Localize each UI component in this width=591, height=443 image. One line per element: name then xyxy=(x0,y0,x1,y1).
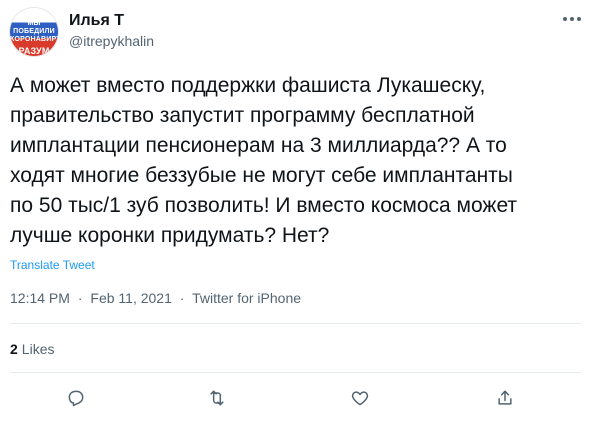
tweet-card: Мы победили коронавирус РАЗУМ Илья Т @it… xyxy=(0,0,591,443)
likes-stat[interactable]: 2 Likes xyxy=(10,341,54,357)
retweet-icon[interactable] xyxy=(205,386,229,410)
share-icon[interactable] xyxy=(493,386,517,410)
avatar-caption: Мы победили коронавирус РАЗУМ xyxy=(10,20,58,56)
author-handle[interactable]: @itrepykhalin xyxy=(69,33,154,49)
likes-label: Likes xyxy=(21,341,55,357)
reply-icon[interactable] xyxy=(64,386,88,410)
action-bar xyxy=(0,378,591,418)
more-options-icon[interactable] xyxy=(559,10,585,28)
tweet-date[interactable]: Feb 11, 2021 xyxy=(90,290,171,306)
translate-tweet-link[interactable]: Translate Tweet xyxy=(10,258,95,272)
likes-count: 2 xyxy=(10,341,18,357)
tweet-meta: 12:14 PM · Feb 11, 2021 · Twitter for iP… xyxy=(10,290,305,306)
avatar[interactable]: Мы победили коронавирус РАЗУМ xyxy=(10,8,58,56)
meta-separator: · xyxy=(179,290,185,306)
tweet-time[interactable]: 12:14 PM xyxy=(10,290,70,306)
meta-separator: · xyxy=(77,290,83,306)
tweet-text: А может вместо поддержки фашиста Лукашес… xyxy=(10,74,518,247)
like-icon[interactable] xyxy=(348,386,372,410)
tweet-source[interactable]: Twitter for iPhone xyxy=(192,290,301,306)
divider xyxy=(10,372,581,373)
author-name[interactable]: Илья Т xyxy=(69,12,124,30)
divider xyxy=(10,323,581,324)
